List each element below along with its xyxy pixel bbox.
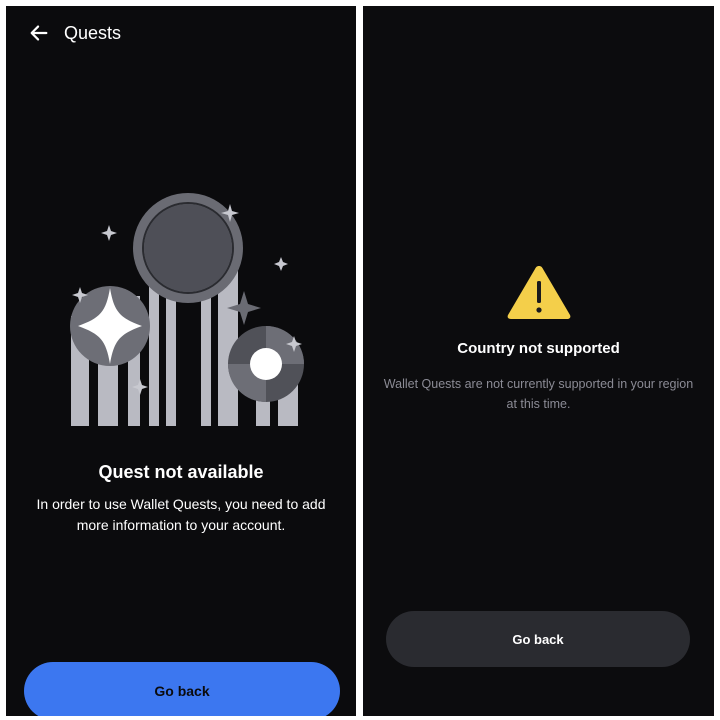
page-title: Quests [64,23,122,43]
go-back-button[interactable]: Go back [24,662,340,716]
status-title: Country not supported [457,340,620,357]
warning-triangle-icon [507,266,571,319]
quest-illustration [70,193,304,426]
app-header: Quests [6,6,356,62]
status-description: Wallet Quests are not currently supporte… [383,377,694,411]
quest-unavailable-screen: Quests Quest not available In order to u… [6,6,356,716]
status-description: In order to use Wallet Quests, you need … [36,496,326,533]
bottom-area [363,706,714,716]
arrow-left-icon[interactable] [28,22,50,44]
go-back-button[interactable]: Go back [386,611,690,667]
status-title: Quest not available [98,462,264,482]
country-not-supported-screen: Country not supported Wallet Quests are … [363,6,714,716]
